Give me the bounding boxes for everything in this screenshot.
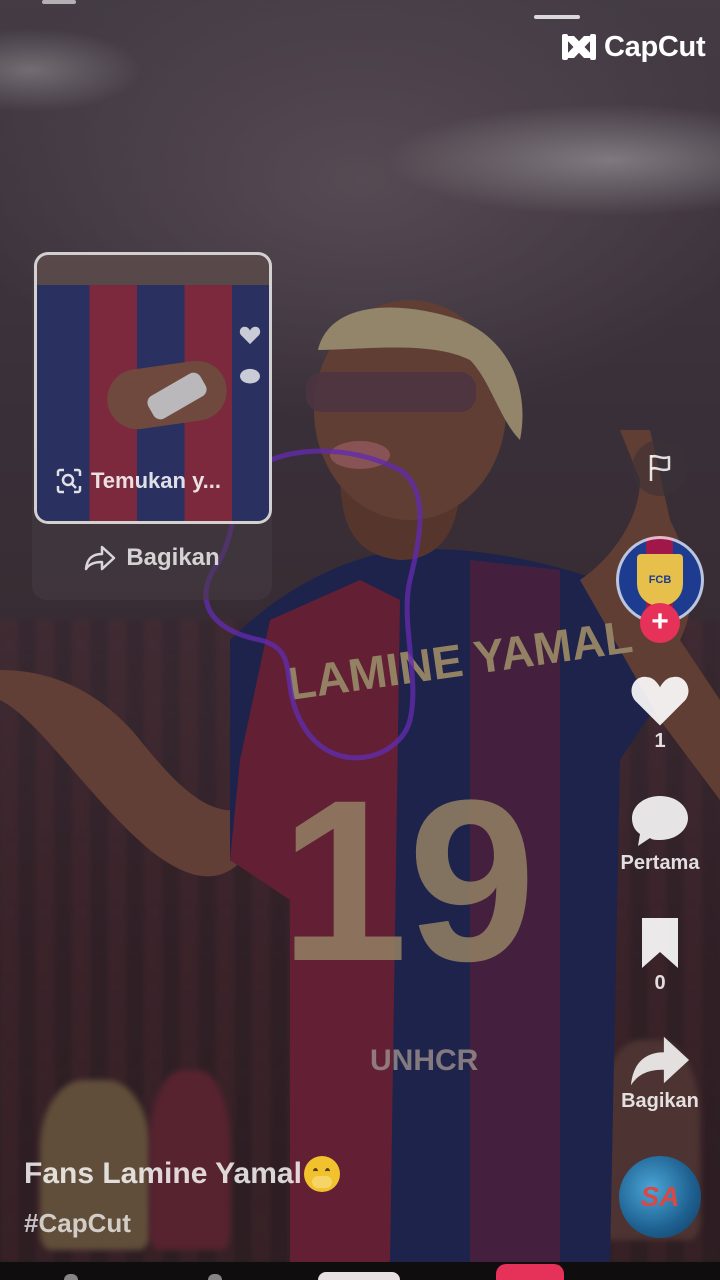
like-count: 1 — [654, 730, 666, 752]
nav-create-button[interactable] — [318, 1272, 400, 1280]
sound-disc[interactable]: SA — [619, 1156, 701, 1238]
video-thumbnail[interactable]: Temukan y... — [34, 252, 272, 524]
find-similar-button[interactable]: Temukan y... — [55, 467, 221, 495]
report-button-bg — [632, 440, 688, 496]
comment-icon — [632, 796, 688, 846]
bookmark-count: 0 — [654, 972, 666, 994]
sound-disc-button[interactable]: SA — [600, 1156, 720, 1238]
nav-explore-icon[interactable] — [208, 1274, 222, 1280]
creator-avatar-button[interactable]: FCB + — [600, 536, 720, 643]
drag-handle[interactable] — [534, 15, 580, 19]
hashtag-link[interactable]: #CapCut — [24, 1208, 131, 1239]
caption-title: Fans Lamine Yamal — [24, 1157, 302, 1190]
share-card[interactable]: Temukan y... Bagikan — [32, 252, 272, 600]
thumbnail-rail — [239, 325, 261, 393]
share-card-share-button[interactable]: Bagikan — [32, 544, 272, 572]
share-label: Bagikan — [621, 1090, 699, 1112]
share-card-share-label: Bagikan — [126, 544, 220, 571]
sound-disc-logo: SA — [640, 1181, 680, 1212]
share-icon — [630, 1036, 690, 1086]
search-scan-icon — [56, 468, 82, 494]
heart-icon — [631, 676, 689, 726]
action-rail: FCB + 1 Pertama 0 Bagikan SA — [600, 0, 720, 1262]
avatar[interactable]: FCB + — [616, 536, 704, 643]
capcut-logo-icon — [562, 34, 596, 60]
video-caption: Fans Lamine Yamal — [24, 1156, 340, 1192]
bottom-nav-bar — [0, 1262, 720, 1280]
bookmark-button[interactable]: 0 — [600, 916, 720, 995]
comment-label: Pertama — [620, 852, 700, 874]
club-crest-icon: FCB — [637, 554, 683, 606]
follow-plus-button[interactable]: + — [640, 603, 680, 643]
status-fragment — [42, 0, 76, 4]
nav-home-icon[interactable] — [64, 1274, 78, 1280]
flag-icon — [649, 454, 671, 481]
thumbnail-comment-icon — [239, 368, 261, 393]
comment-button[interactable]: Pertama — [600, 792, 720, 875]
bookmark-icon — [642, 918, 678, 968]
nav-inbox-badge[interactable] — [496, 1264, 564, 1280]
report-button[interactable] — [600, 440, 720, 496]
like-button[interactable]: 1 — [600, 672, 720, 753]
share-button[interactable]: Bagikan — [600, 1032, 720, 1113]
share-outline-icon — [85, 545, 116, 571]
thumbnail-heart-icon — [239, 325, 261, 350]
giggle-emoji-icon — [303, 1156, 340, 1192]
find-similar-label: Temukan y... — [91, 468, 222, 493]
